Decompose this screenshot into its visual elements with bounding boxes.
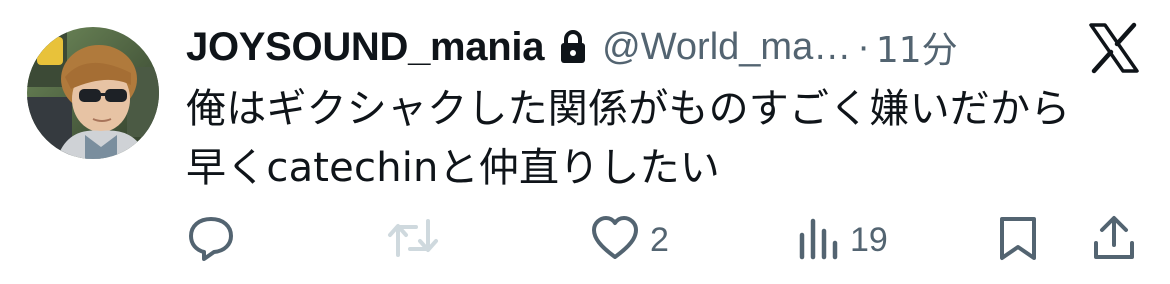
views-button[interactable]: 19 <box>796 212 888 268</box>
tweet-header: JOYSOUND_mania @World_ma… · 11分 <box>186 22 958 72</box>
tweet-text-line: 早くcatechinと仲直りしたい <box>186 145 721 191</box>
retweet-button[interactable] <box>386 212 450 268</box>
like-count: 2 <box>650 220 669 259</box>
tweet-text-line: 俺はギクシャクした関係がものすごく嫌いだから <box>186 86 1071 132</box>
reply-button[interactable] <box>186 212 246 268</box>
avatar[interactable] <box>27 27 159 159</box>
reply-icon <box>186 213 236 267</box>
retweet-icon <box>386 213 440 267</box>
bookmark-icon <box>996 213 1040 267</box>
views-icon <box>796 213 840 267</box>
user-handle[interactable]: @World_ma… <box>602 26 851 69</box>
timestamp[interactable]: 11分 <box>876 21 958 73</box>
views-count: 19 <box>850 220 888 259</box>
separator-dot: · <box>857 25 870 68</box>
heart-icon <box>590 213 640 267</box>
lock-icon <box>558 29 588 65</box>
x-logo-icon[interactable] <box>1088 22 1140 74</box>
share-icon <box>1090 213 1138 267</box>
bookmark-button[interactable] <box>996 212 1040 268</box>
share-button[interactable] <box>1090 212 1138 268</box>
action-bar: 2 19 <box>0 212 1170 268</box>
like-button[interactable]: 2 <box>590 212 669 268</box>
tweet-text: 俺はギクシャクした関係がものすごく嫌いだから 早くcatechinと仲直りしたい <box>186 80 1146 198</box>
display-name[interactable]: JOYSOUND_mania <box>186 25 544 70</box>
